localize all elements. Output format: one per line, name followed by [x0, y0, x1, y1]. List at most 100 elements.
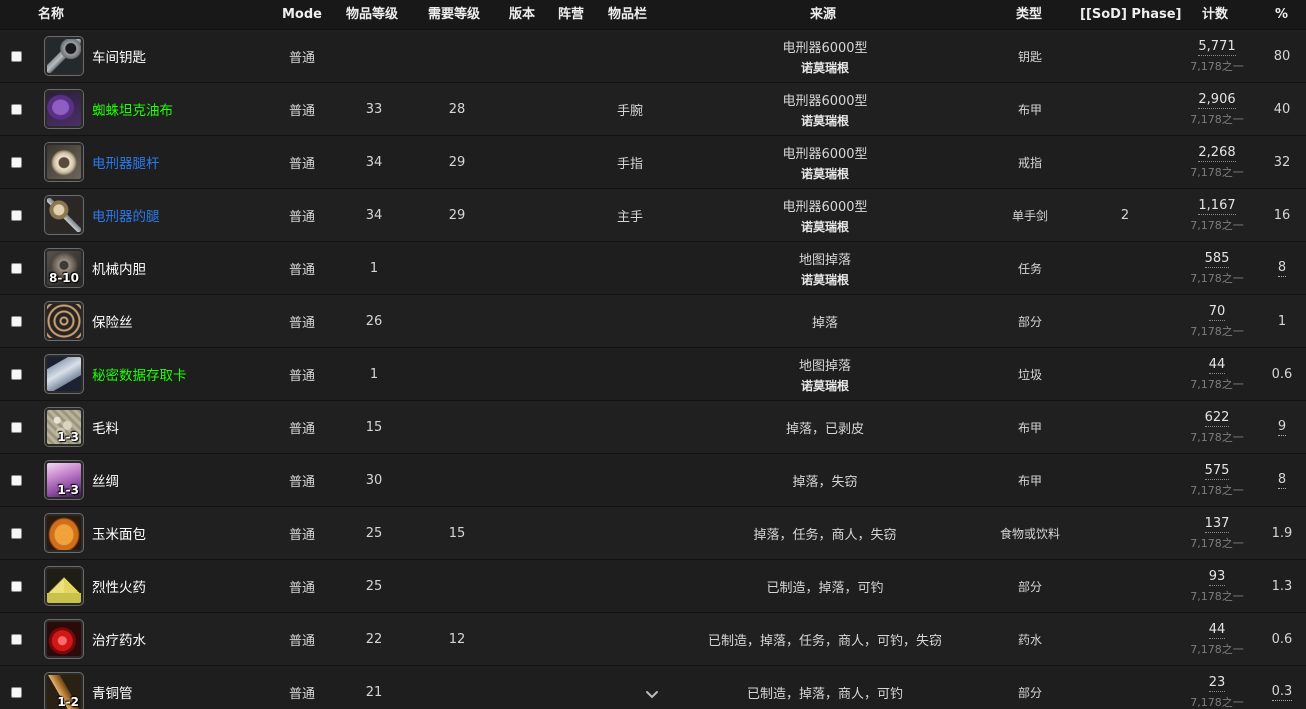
row-checkbox[interactable]: [10, 262, 22, 274]
potion-icon[interactable]: [45, 620, 83, 658]
count-value[interactable]: 1,167: [1198, 198, 1236, 215]
item-name[interactable]: 烈性火药: [92, 560, 146, 612]
header-count[interactable]: 计数: [1202, 0, 1228, 29]
source-text[interactable]: 电刑器6000型: [782, 90, 867, 109]
row-checkbox[interactable]: [10, 527, 22, 539]
source-text[interactable]: 掉落，任务，商人，失窃: [753, 524, 896, 543]
row-checkbox[interactable]: [10, 633, 22, 645]
source-text[interactable]: 电刑器6000型: [782, 196, 867, 215]
header-percent[interactable]: %: [1275, 0, 1288, 29]
item-name[interactable]: 保险丝: [92, 295, 133, 347]
row-checkbox[interactable]: [10, 50, 22, 62]
count-value[interactable]: 23: [1208, 675, 1226, 692]
source-text[interactable]: 电刑器6000型: [782, 143, 867, 162]
item-name[interactable]: 电刑器的腿: [92, 189, 160, 241]
row-checkbox[interactable]: [10, 421, 22, 433]
source-text[interactable]: 掉落: [812, 312, 838, 331]
source-text[interactable]: 掉落，已剥皮: [786, 418, 864, 437]
source-zone[interactable]: 诺莫瑞根: [801, 218, 849, 235]
table-row[interactable]: 8-10 机械内胆 普通 1 地图掉落 诺莫瑞根 任务 585 7,178之一 8: [0, 241, 1306, 294]
percent-value[interactable]: 0.3: [1271, 684, 1293, 701]
percent-value[interactable]: 0.6: [1272, 632, 1293, 647]
silk-icon[interactable]: 1-3: [45, 461, 83, 499]
data-card-icon[interactable]: [45, 355, 83, 393]
percent-value[interactable]: 1: [1278, 314, 1286, 329]
header-name[interactable]: 名称: [38, 0, 64, 29]
gear-icon[interactable]: 8-10: [45, 249, 83, 287]
header-source[interactable]: 来源: [810, 0, 836, 29]
count-value[interactable]: 585: [1204, 251, 1230, 268]
count-value[interactable]: 575: [1204, 463, 1230, 480]
table-row[interactable]: 1-2 青铜管 普通 21 已制造，掉落，商人，可钓 部分 23 7,178之一…: [0, 665, 1306, 709]
item-name[interactable]: 治疗药水: [92, 613, 146, 665]
row-checkbox[interactable]: [10, 315, 22, 327]
table-row[interactable]: 治疗药水 普通 22 12 已制造，掉落，任务，商人，可钓，失窃 药水 44 7…: [0, 612, 1306, 665]
header-slot[interactable]: 物品栏: [608, 0, 647, 29]
source-text[interactable]: 已制造，掉落，任务，商人，可钓，失窃: [708, 630, 942, 649]
key-icon[interactable]: [45, 37, 83, 75]
header-type[interactable]: 类型: [1016, 0, 1042, 29]
percent-value[interactable]: 32: [1274, 155, 1291, 170]
item-name[interactable]: 秘密数据存取卡: [92, 348, 187, 400]
item-name[interactable]: 丝绸: [92, 454, 119, 506]
table-row[interactable]: 1-3 丝绸 普通 30 掉落，失窃 布甲 575 7,178之一 8: [0, 453, 1306, 506]
bronze-tube-icon[interactable]: 1-2: [45, 673, 83, 709]
percent-value[interactable]: 80: [1274, 49, 1291, 64]
percent-value[interactable]: 40: [1274, 102, 1291, 117]
source-text[interactable]: 已制造，掉落，可钓: [766, 577, 883, 596]
percent-value[interactable]: 1.9: [1272, 526, 1293, 541]
item-name[interactable]: 毛料: [92, 401, 119, 453]
row-checkbox[interactable]: [10, 156, 22, 168]
percent-value[interactable]: 8: [1277, 260, 1287, 277]
row-checkbox[interactable]: [10, 580, 22, 592]
row-checkbox[interactable]: [10, 368, 22, 380]
table-row[interactable]: 电刑器腿杆 普通 34 29 手指 电刑器6000型 诺莫瑞根 戒指 2,268 …: [0, 135, 1306, 188]
table-row[interactable]: 玉米面包 普通 25 15 掉落，任务，商人，失窃 食物或饮料 137 7,17…: [0, 506, 1306, 559]
count-value[interactable]: 44: [1208, 357, 1226, 374]
count-value[interactable]: 2,906: [1198, 92, 1236, 109]
cloth-wraps-icon[interactable]: [45, 90, 83, 128]
chevron-down-icon[interactable]: [645, 688, 659, 702]
source-text[interactable]: 地图掉落: [799, 355, 851, 374]
table-row[interactable]: 秘密数据存取卡 普通 1 地图掉落 诺莫瑞根 垃圾 44 7,178之一 0.6: [0, 347, 1306, 400]
count-value[interactable]: 70: [1208, 304, 1226, 321]
bread-icon[interactable]: [45, 514, 83, 552]
ring-icon[interactable]: [45, 143, 83, 181]
item-name[interactable]: 车间钥匙: [92, 30, 146, 82]
header-req-level[interactable]: 需要等级: [428, 0, 480, 29]
table-row[interactable]: 烈性火药 普通 25 已制造，掉落，可钓 部分 93 7,178之一 1.3: [0, 559, 1306, 612]
source-text[interactable]: 电刑器6000型: [782, 37, 867, 56]
powder-icon[interactable]: [45, 567, 83, 605]
count-value[interactable]: 2,268: [1198, 145, 1236, 162]
row-checkbox[interactable]: [10, 209, 22, 221]
percent-value[interactable]: 0.6: [1272, 367, 1293, 382]
source-text[interactable]: 已制造，掉落，商人，可钓: [747, 683, 903, 702]
header-mode[interactable]: Mode: [282, 0, 322, 29]
table-row[interactable]: 蜘蛛坦克油布 普通 33 28 手腕 电刑器6000型 诺莫瑞根 布甲 2,906…: [0, 82, 1306, 135]
source-zone[interactable]: 诺莫瑞根: [801, 165, 849, 182]
item-name[interactable]: 蜘蛛坦克油布: [92, 83, 173, 135]
source-zone[interactable]: 诺莫瑞根: [801, 59, 849, 76]
count-value[interactable]: 93: [1208, 569, 1226, 586]
source-text[interactable]: 地图掉落: [799, 249, 851, 268]
item-name[interactable]: 电刑器腿杆: [92, 136, 160, 188]
percent-value[interactable]: 9: [1277, 419, 1287, 436]
count-value[interactable]: 137: [1204, 516, 1230, 533]
count-value[interactable]: 5,771: [1198, 39, 1236, 56]
row-checkbox[interactable]: [10, 686, 22, 698]
header-version[interactable]: 版本: [509, 0, 535, 29]
source-text[interactable]: 掉落，失窃: [792, 471, 857, 490]
sword-icon[interactable]: [45, 196, 83, 234]
header-item-level[interactable]: 物品等级: [346, 0, 398, 29]
count-value[interactable]: 622: [1204, 410, 1230, 427]
item-name[interactable]: 机械内胆: [92, 242, 146, 294]
count-value[interactable]: 44: [1208, 622, 1226, 639]
item-name[interactable]: 青铜管: [92, 666, 133, 709]
percent-value[interactable]: 16: [1274, 208, 1291, 223]
header-faction[interactable]: 阵营: [558, 0, 584, 29]
wool-icon[interactable]: 1-3: [45, 408, 83, 446]
row-checkbox[interactable]: [10, 103, 22, 115]
percent-value[interactable]: 8: [1277, 472, 1287, 489]
fuse-wire-icon[interactable]: [45, 302, 83, 340]
source-zone[interactable]: 诺莫瑞根: [801, 271, 849, 288]
